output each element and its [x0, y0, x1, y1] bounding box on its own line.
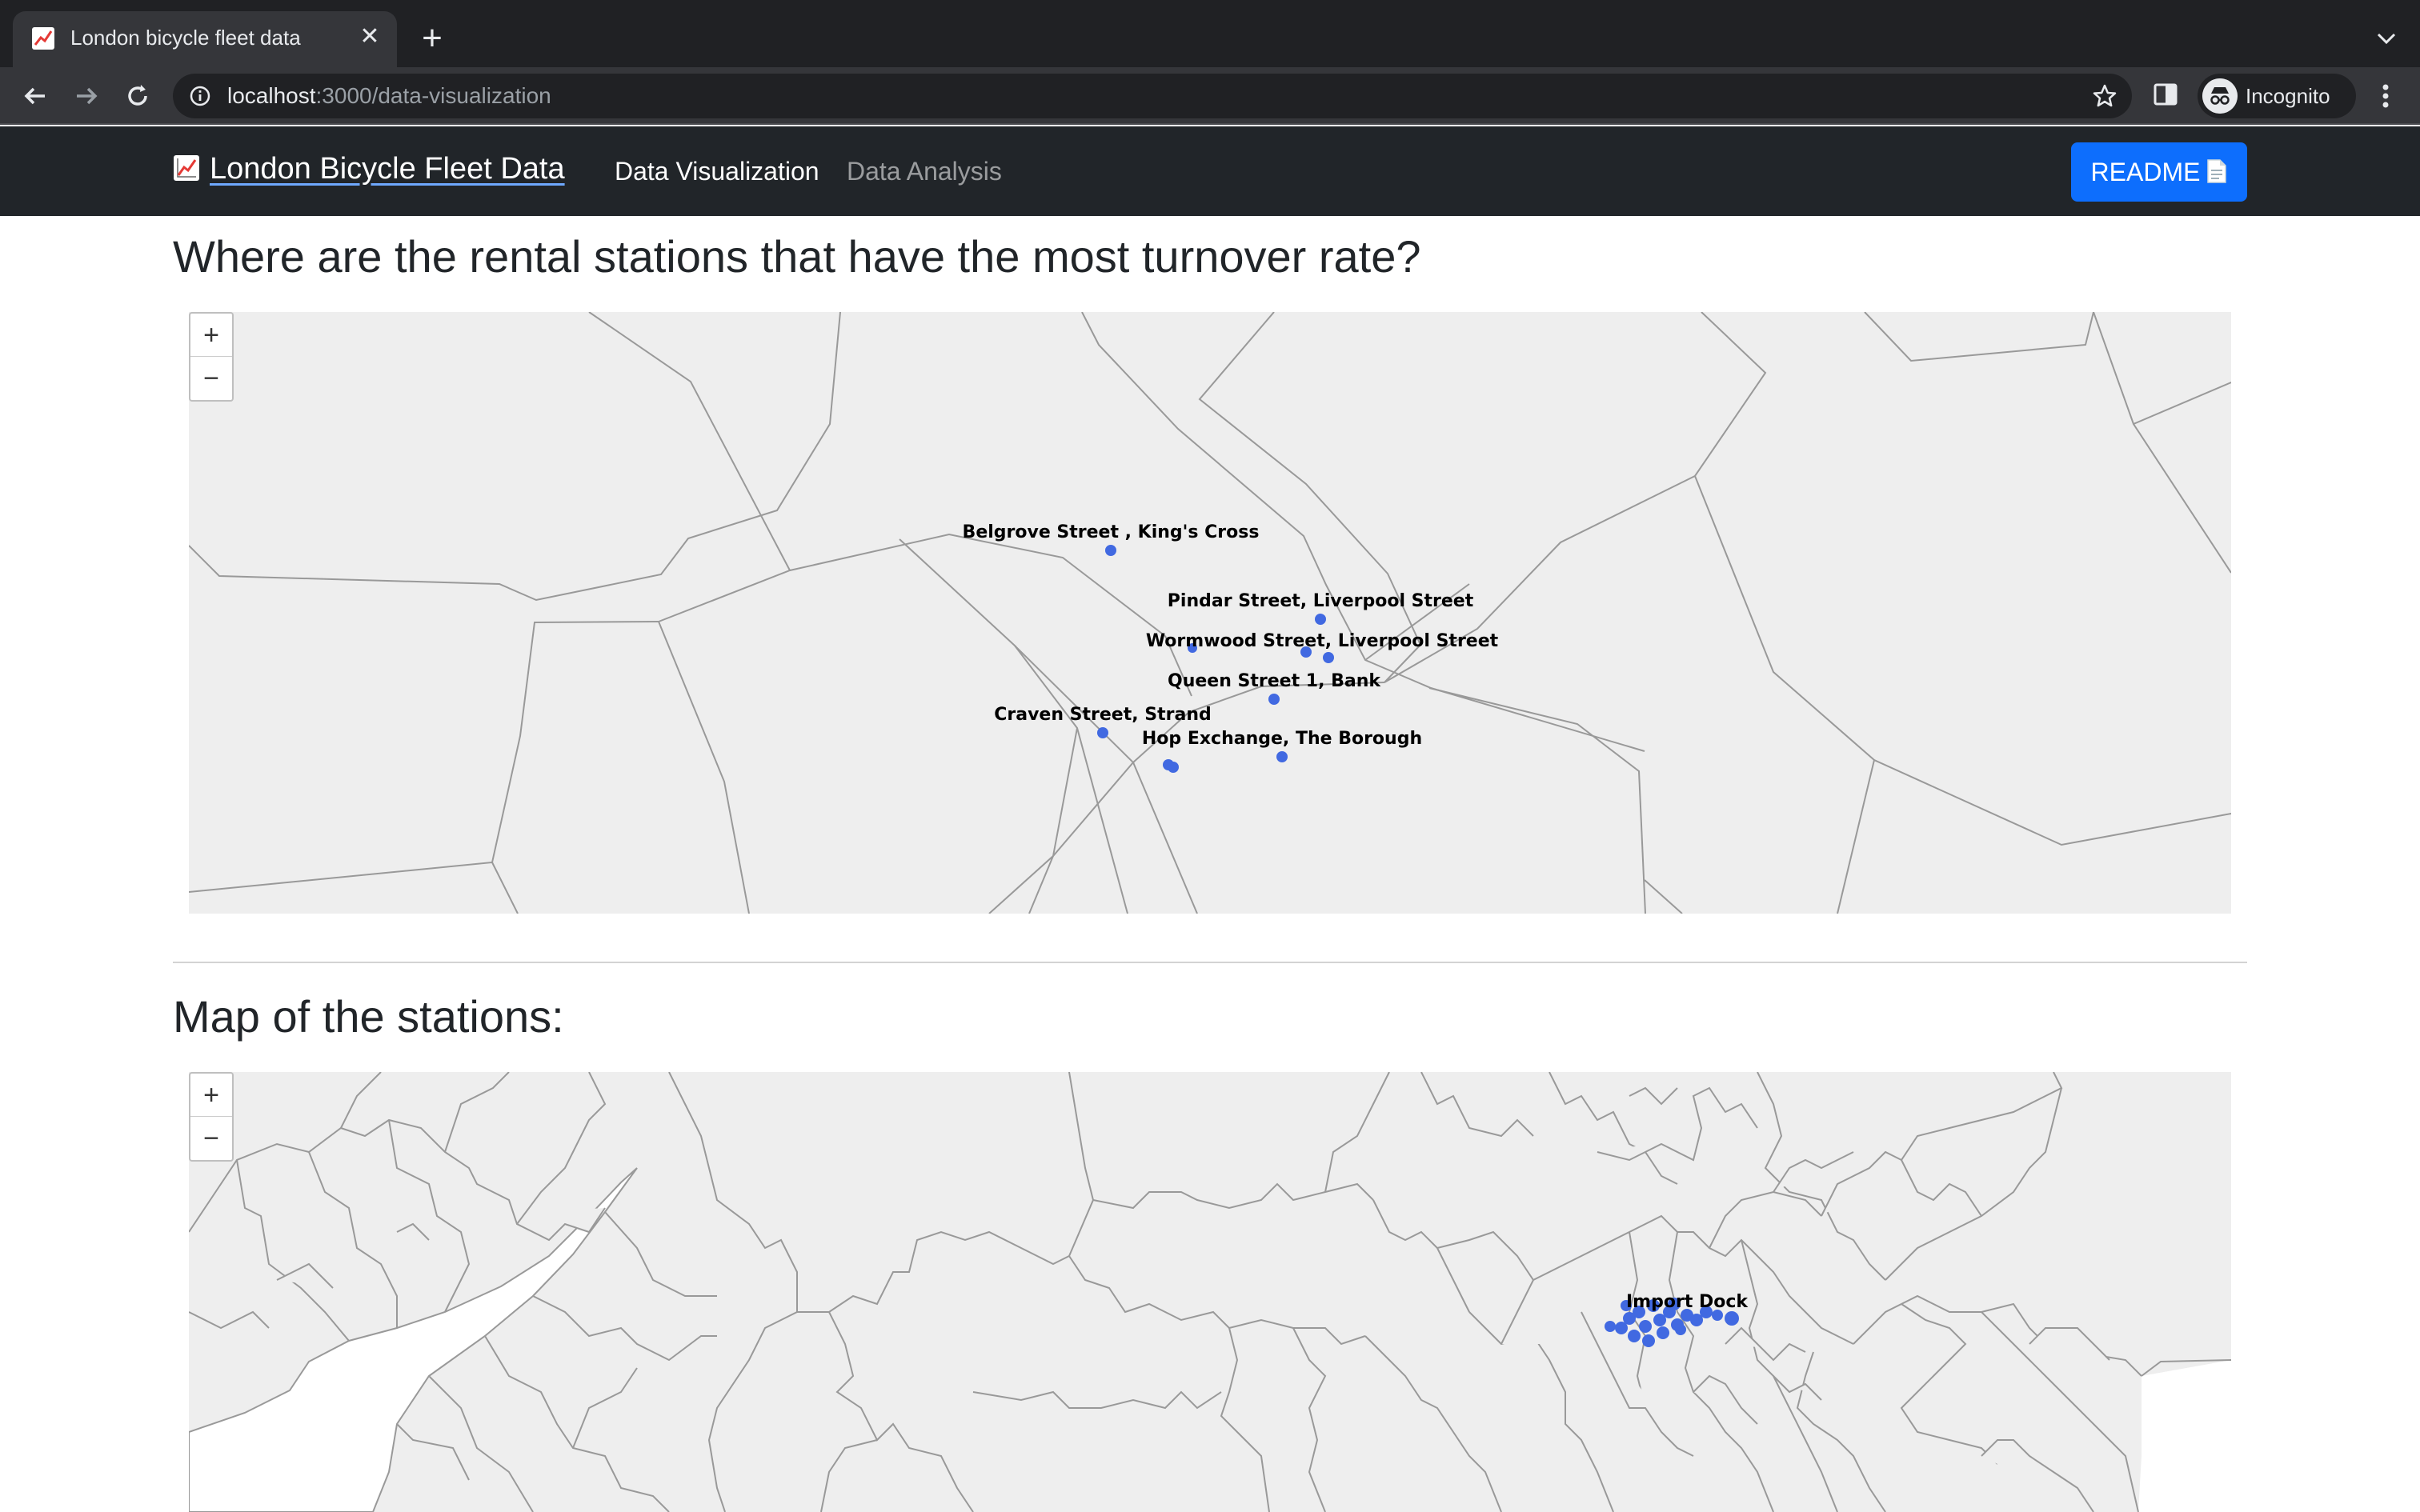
station-label: Craven Street, Strand: [994, 705, 1211, 725]
station-marker: [1657, 1326, 1669, 1339]
app-navbar: London Bicycle Fleet Data Data Visualiza…: [0, 126, 2420, 216]
zoom-out-button[interactable]: −: [190, 357, 232, 400]
chart-increasing-icon: [32, 27, 54, 50]
station-marker: [1105, 545, 1116, 556]
new-tab-button[interactable]: +: [416, 21, 448, 56]
station-marker: [1276, 751, 1288, 762]
station-marker: [1168, 762, 1179, 773]
browser-toolbar: localhost:3000/data-visualization Incogn…: [0, 67, 2420, 125]
stations-section-title: Map of the stations:: [173, 991, 564, 1042]
stations-zoom-control: + −: [189, 1072, 234, 1162]
turnover-map[interactable]: Belgrove Street , King's Cross Pindar St…: [189, 312, 2231, 914]
nav-link-data-visualization[interactable]: Data Visualization: [615, 157, 819, 186]
turnover-zoom-control: + −: [189, 312, 234, 402]
profile-button[interactable]: Incognito: [2198, 74, 2356, 118]
zoom-in-button[interactable]: +: [190, 1074, 232, 1117]
incognito-icon: [2202, 78, 2238, 114]
station-marker: [1639, 1320, 1652, 1333]
brand-title: London Bicycle Fleet Data: [210, 152, 565, 186]
close-tab-icon[interactable]: ✕: [355, 22, 384, 51]
station-label: Pindar Street, Liverpool Street: [1168, 591, 1474, 611]
chart-increasing-icon: [174, 155, 199, 181]
station-marker: [1628, 1330, 1641, 1342]
station-marker: [1605, 1321, 1616, 1332]
station-marker: [1315, 614, 1326, 625]
back-arrow-icon[interactable]: [19, 80, 51, 112]
station-label: Hop Exchange, The Borough: [1142, 729, 1422, 749]
stations-map[interactable]: Import Dock + −: [189, 1072, 2231, 1512]
address-bar[interactable]: localhost:3000/data-visualization: [173, 74, 2132, 118]
kebab-menu-icon[interactable]: [2374, 80, 2398, 112]
station-labels: Belgrove Street , King's Cross Pindar St…: [963, 522, 1499, 749]
section-divider: [173, 962, 2247, 963]
station-marker: [1725, 1311, 1739, 1326]
chevron-down-icon[interactable]: [2372, 24, 2401, 53]
reload-icon[interactable]: [122, 80, 154, 112]
station-label: Queen Street 1, Bank: [1168, 671, 1381, 691]
bookmark-star-icon[interactable]: [2092, 83, 2118, 109]
station-label: Belgrove Street , King's Cross: [963, 522, 1260, 542]
station-label: Wormwood Street, Liverpool Street: [1146, 631, 1499, 651]
turnover-map-canvas[interactable]: Belgrove Street , King's Cross Pindar St…: [189, 312, 2231, 914]
profile-label: Incognito: [2246, 84, 2330, 108]
readme-label: README: [2090, 158, 2201, 186]
turnover-section-title: Where are the rental stations that have …: [173, 231, 1421, 282]
browser-tab-strip: London bicycle fleet data ✕ +: [0, 0, 2420, 67]
zoom-out-button[interactable]: −: [190, 1117, 232, 1160]
brand-link[interactable]: London Bicycle Fleet Data: [173, 152, 565, 186]
browser-tab[interactable]: London bicycle fleet data ✕: [13, 11, 397, 67]
info-icon[interactable]: [189, 85, 211, 107]
station-marker: [1615, 1322, 1628, 1334]
station-marker: [1097, 727, 1108, 738]
forward-arrow-icon[interactable]: [70, 80, 102, 112]
station-marker: [1642, 1334, 1655, 1347]
document-icon: [2207, 159, 2227, 183]
nav-link-data-analysis[interactable]: Data Analysis: [847, 157, 1002, 186]
readme-button[interactable]: README: [2071, 142, 2247, 202]
zoom-in-button[interactable]: +: [190, 314, 232, 357]
stations-map-canvas[interactable]: Import Dock: [189, 1072, 2231, 1512]
station-marker: [1323, 652, 1334, 663]
side-panel-icon[interactable]: [2153, 82, 2178, 107]
station-marker: [1268, 694, 1280, 705]
tab-title: London bicycle fleet data: [70, 26, 301, 50]
station-marker: [1675, 1324, 1686, 1335]
borough-boundaries: [189, 1072, 2231, 1512]
url-text[interactable]: localhost:3000/data-visualization: [227, 83, 551, 109]
borough-boundaries: [189, 312, 2231, 914]
station-label: Import Dock: [1626, 1292, 1749, 1312]
